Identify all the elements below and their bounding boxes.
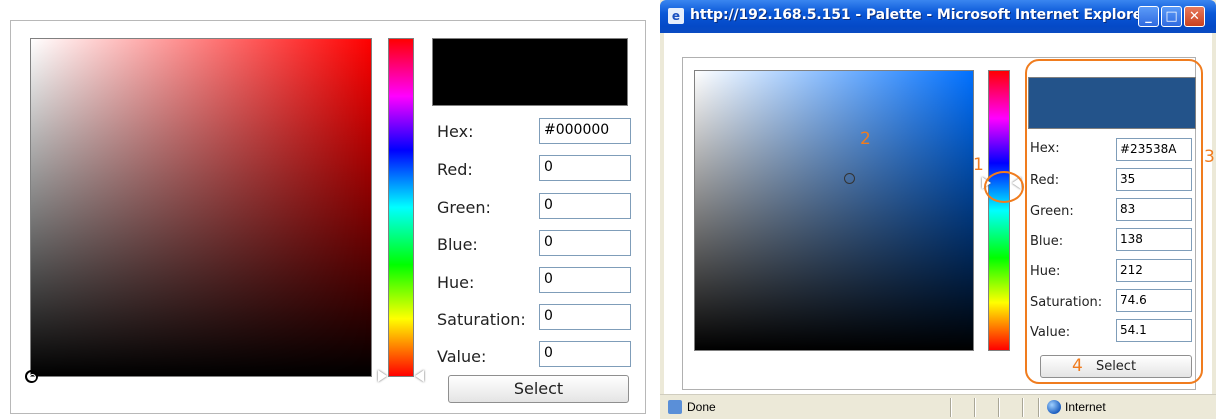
color-picker-marker[interactable] bbox=[25, 370, 38, 383]
green-label: Green: bbox=[437, 198, 491, 217]
color-picker-marker[interactable] bbox=[844, 173, 855, 184]
hue-label: Hue: bbox=[437, 273, 475, 292]
green-input[interactable]: 0 bbox=[539, 193, 631, 219]
hue-slider[interactable] bbox=[388, 38, 414, 377]
status-divider bbox=[950, 398, 952, 417]
value-input[interactable]: 0 bbox=[539, 341, 631, 367]
page-done-icon bbox=[668, 400, 682, 414]
annotation-label-4: 4 bbox=[1072, 356, 1083, 376]
hex-input[interactable]: #000000 bbox=[539, 118, 631, 144]
hue-slider[interactable] bbox=[988, 70, 1010, 351]
close-button[interactable]: ✕ bbox=[1184, 6, 1205, 27]
status-bar: Done Internet bbox=[660, 394, 1216, 419]
ie-window: e http://192.168.5.151 - Palette - Micro… bbox=[660, 0, 1216, 419]
page-content: Hex: #23538A Red: 35 Green: 83 Blue: 138… bbox=[664, 33, 1215, 394]
hue-slider-arrow-left[interactable] bbox=[378, 370, 387, 382]
blue-input[interactable]: 0 bbox=[539, 230, 631, 256]
value-label: Value: bbox=[437, 347, 487, 366]
hue-slider-arrow-right[interactable] bbox=[415, 370, 424, 382]
hue-input[interactable]: 0 bbox=[539, 267, 631, 293]
annotation-rect-3 bbox=[1025, 59, 1203, 384]
saturation-value-area[interactable] bbox=[25, 38, 372, 383]
status-divider bbox=[998, 398, 1000, 417]
blue-label: Blue: bbox=[437, 235, 478, 254]
annotation-label-2: 2 bbox=[860, 129, 871, 149]
security-zone-text: Internet bbox=[1065, 400, 1106, 414]
status-divider bbox=[974, 398, 976, 417]
left-palette-panel: Hex: #000000 Red: 0 Green: 0 Blue: 0 Hue… bbox=[0, 0, 650, 419]
window-title: http://192.168.5.151 - Palette - Microso… bbox=[690, 7, 1149, 23]
red-input[interactable]: 0 bbox=[539, 155, 631, 181]
status-text: Done bbox=[687, 400, 716, 414]
red-label: Red: bbox=[437, 160, 473, 179]
window-titlebar[interactable]: e http://192.168.5.151 - Palette - Micro… bbox=[660, 0, 1216, 33]
hex-label: Hex: bbox=[437, 122, 474, 141]
color-preview-swatch bbox=[432, 38, 628, 106]
ie-page-icon: e bbox=[668, 8, 684, 24]
annotation-label-1: 1 bbox=[973, 155, 984, 175]
select-button[interactable]: Select bbox=[448, 375, 629, 403]
annotation-ellipse-1 bbox=[984, 171, 1024, 203]
status-divider bbox=[1022, 398, 1024, 417]
status-divider bbox=[1038, 398, 1040, 417]
saturation-input[interactable]: 0 bbox=[539, 304, 631, 330]
annotation-label-3: 3 bbox=[1204, 147, 1215, 167]
saturation-label: Saturation: bbox=[437, 310, 526, 329]
internet-zone-icon bbox=[1047, 400, 1061, 414]
maximize-button[interactable]: □ bbox=[1161, 6, 1182, 27]
saturation-value-area[interactable] bbox=[694, 70, 974, 351]
minimize-button[interactable]: _ bbox=[1138, 6, 1159, 27]
